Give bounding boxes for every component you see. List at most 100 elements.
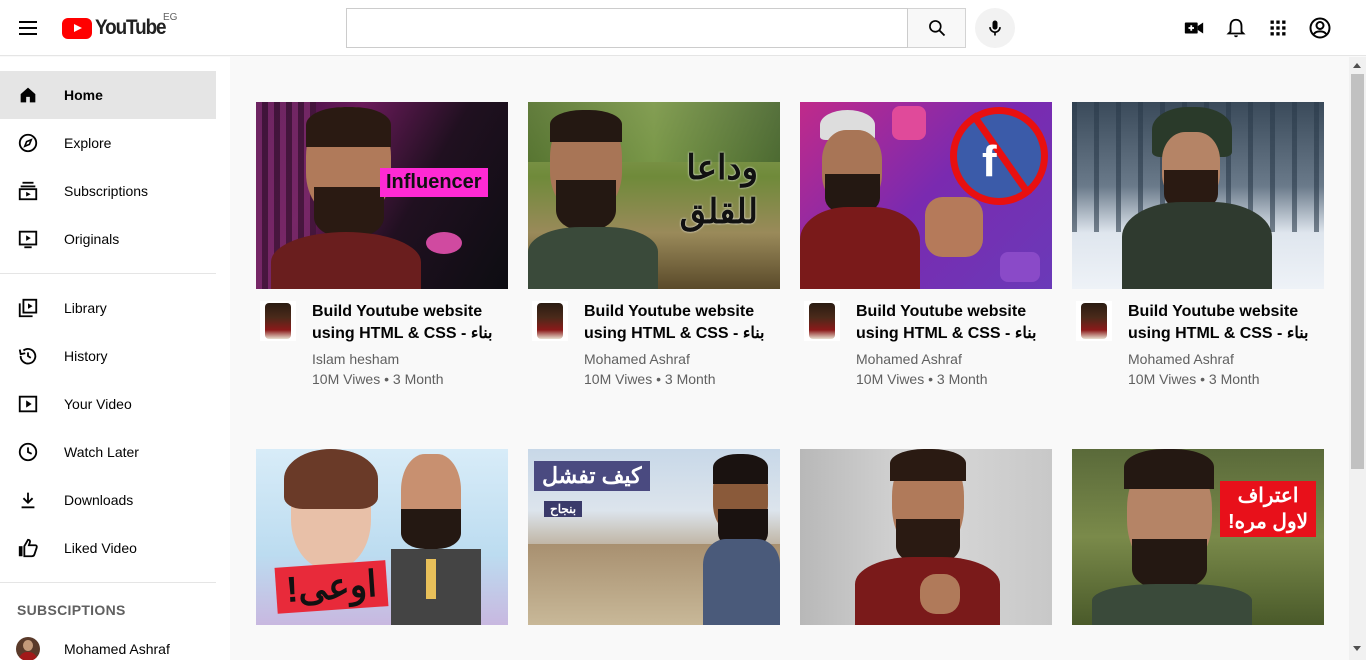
subscriptions-icon [16, 179, 40, 203]
sidebar-item-liked-video[interactable]: Liked Video [0, 524, 216, 572]
search-input[interactable] [346, 8, 908, 48]
video-card[interactable] [800, 449, 1052, 625]
video-title[interactable]: Build Youtube website using HTML & CSS -… [856, 301, 1052, 345]
download-icon [16, 488, 40, 512]
channel-avatar[interactable] [1076, 301, 1112, 341]
sidebar-item-originals[interactable]: Originals [0, 215, 216, 263]
subscription-name: Mohamed Ashraf [64, 641, 170, 657]
sidebar-divider [0, 273, 216, 274]
sidebar-item-history[interactable]: History [0, 332, 216, 380]
video-meta: Build Youtube website using HTML & CSS -… [256, 289, 508, 389]
channel-name[interactable]: Mohamed Ashraf [856, 351, 962, 367]
video-card[interactable]: f Build Youtube website using HTML & CSS… [800, 102, 1052, 389]
channel-name[interactable]: Islam hesham [312, 351, 399, 367]
video-title-line: using HTML & CSS - بناء [584, 325, 765, 342]
video-title-line: Build Youtube website [1128, 303, 1299, 320]
sidebar-item-label: Library [64, 300, 107, 316]
channel-avatar[interactable] [260, 301, 296, 341]
scrollbar-thumb[interactable] [1351, 74, 1364, 469]
video-thumbnail[interactable]: كيف تفشل بنجاح [528, 449, 780, 625]
video-title[interactable]: Build Youtube website using HTML & CSS -… [584, 301, 780, 345]
thumbnail-caption: اعتراف لاول مره! [1220, 481, 1316, 537]
sidebar-item-downloads[interactable]: Downloads [0, 476, 216, 524]
video-card[interactable]: Influencer Build Youtube website using H… [256, 102, 508, 389]
sidebar-item-label: History [64, 348, 108, 364]
video-card[interactable]: كيف تفشل بنجاح [528, 449, 780, 625]
top-header: YouTube EG [0, 0, 1366, 56]
sidebar-item-label: Watch Later [64, 444, 139, 460]
video-thumbnail[interactable]: وداعا للقلق [528, 102, 780, 289]
thumbnail-caption: كيف تفشل [534, 461, 650, 491]
sidebar-item-library[interactable]: Library [0, 284, 216, 332]
youtube-play-logo-icon [62, 17, 92, 39]
facebook-logo-icon: f [982, 137, 997, 186]
create-video-icon[interactable] [1182, 16, 1206, 40]
logo-text: YouTube [95, 16, 167, 39]
thumbnail-caption: وداعا للقلق [679, 149, 758, 231]
video-card[interactable]: اوعى! [256, 449, 508, 625]
scroll-down-arrow-icon[interactable] [1353, 646, 1361, 651]
video-meta: Build Youtube website using HTML & CSS -… [1072, 289, 1324, 389]
video-stats: 10M Viwes • 3 Month [312, 371, 444, 387]
channel-name[interactable]: Mohamed Ashraf [584, 351, 690, 367]
apps-icon[interactable] [1266, 16, 1290, 40]
video-thumbnail[interactable]: f [800, 102, 1052, 289]
channel-avatar[interactable] [804, 301, 840, 341]
sidebar-item-label: Your Video [64, 396, 132, 412]
thumbnail-subcaption: بنجاح [544, 501, 583, 517]
sidebar-item-label: Liked Video [64, 540, 137, 556]
video-thumbnail[interactable] [1072, 102, 1324, 289]
voice-search-button[interactable] [975, 8, 1015, 48]
video-title-line: using HTML & CSS - بناء [856, 325, 1037, 342]
sidebar-item-home[interactable]: Home [0, 71, 216, 119]
account-icon[interactable] [1308, 16, 1332, 40]
sidebar-item-subscriptions[interactable]: Subscriptions [0, 167, 216, 215]
subscriptions-section-title: SUBSCIPTIONS [17, 602, 126, 618]
video-title-line: using HTML & CSS - بناء [1128, 325, 1309, 342]
youtube-logo[interactable]: YouTube [62, 14, 173, 42]
video-meta: Build Youtube website using HTML & CSS -… [800, 289, 1052, 389]
video-stats: 10M Viwes • 3 Month [584, 371, 716, 387]
search-icon [928, 20, 945, 37]
video-card[interactable]: وداعا للقلق Build Youtube website using … [528, 102, 780, 389]
sidebar-item-label: Originals [64, 231, 120, 247]
video-thumbnail[interactable] [800, 449, 1052, 625]
video-thumbnail[interactable]: اوعى! [256, 449, 508, 625]
video-title-line: Build Youtube website [584, 303, 755, 320]
sidebar-item-watch-later[interactable]: Watch Later [0, 428, 216, 476]
video-title[interactable]: Build Youtube website using HTML & CSS -… [1128, 301, 1324, 345]
avatar [16, 637, 40, 660]
thumbnail-caption: Influencer [380, 168, 488, 197]
menu-icon[interactable] [16, 16, 40, 40]
subscription-item[interactable]: Mohamed Ashraf [0, 625, 216, 660]
compass-icon [16, 131, 40, 155]
sidebar: Home Explore Subscriptions Originals Lib… [0, 57, 230, 660]
sidebar-item-explore[interactable]: Explore [0, 119, 216, 167]
video-stats: 10M Viwes • 3 Month [856, 371, 988, 387]
channel-avatar[interactable] [532, 301, 568, 341]
your-video-icon [16, 392, 40, 416]
sidebar-item-your-video[interactable]: Your Video [0, 380, 216, 428]
video-card[interactable]: Build Youtube website using HTML & CSS -… [1072, 102, 1324, 389]
notifications-icon[interactable] [1224, 16, 1248, 40]
video-meta: Build Youtube website using HTML & CSS -… [528, 289, 780, 389]
video-title-line: Build Youtube website [312, 303, 483, 320]
country-code: EG [163, 12, 178, 23]
channel-name[interactable]: Mohamed Ashraf [1128, 351, 1234, 367]
video-title-line: Build Youtube website [856, 303, 1027, 320]
thumbs-up-icon [16, 536, 40, 560]
home-icon [16, 83, 40, 107]
page-scrollbar[interactable] [1349, 57, 1366, 660]
originals-icon [16, 227, 40, 251]
history-icon [16, 344, 40, 368]
sidebar-item-label: Explore [64, 135, 112, 151]
video-thumbnail[interactable]: اعتراف لاول مره! [1072, 449, 1324, 625]
video-thumbnail[interactable]: Influencer [256, 102, 508, 289]
thumbnail-caption: اوعى! [274, 560, 389, 614]
search-button[interactable] [908, 8, 966, 48]
sidebar-divider [0, 582, 216, 583]
video-card[interactable]: اعتراف لاول مره! [1072, 449, 1324, 625]
scroll-up-arrow-icon[interactable] [1353, 63, 1361, 68]
mic-icon [989, 20, 1001, 36]
video-title[interactable]: Build Youtube website using HTML & CSS -… [312, 301, 508, 345]
